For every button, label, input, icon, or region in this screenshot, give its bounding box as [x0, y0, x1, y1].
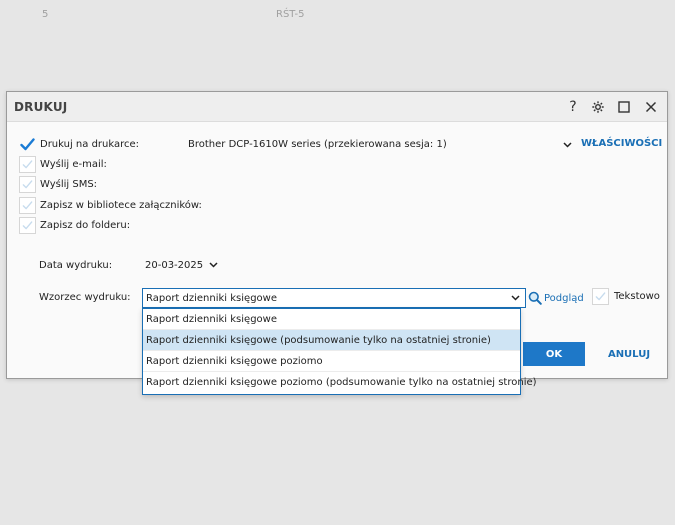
gear-icon — [592, 101, 604, 113]
template-value: Raport dzienniki księgowe — [146, 292, 277, 304]
check-icon — [22, 159, 33, 168]
chevron-down-icon — [509, 295, 521, 301]
option-label: Zapisz w bibliotece załączników: — [40, 199, 202, 211]
option-send-email[interactable]: Wyślij e-mail: — [19, 155, 107, 173]
template-dropdown-list: Raport dzienniki księgowe Raport dzienni… — [142, 308, 537, 395]
option-save-folder[interactable]: Zapisz do folderu: — [19, 216, 130, 234]
check-icon — [22, 179, 33, 188]
checkbox-text-mode[interactable] — [592, 288, 609, 305]
checkbox-save-folder[interactable] — [19, 216, 36, 234]
cancel-button[interactable]: ANULUJ — [598, 342, 660, 366]
check-icon — [22, 220, 33, 229]
close-button[interactable] — [640, 96, 662, 118]
ok-button[interactable]: OK — [523, 342, 585, 366]
dropdown-option[interactable]: Raport dzienniki księgowe poziomo — [143, 351, 520, 372]
settings-button[interactable] — [587, 96, 609, 118]
option-save-attachments[interactable]: Zapisz w bibliotece załączników: — [19, 196, 202, 214]
option-label: Zapisz do folderu: — [40, 219, 131, 231]
check-icon — [595, 292, 606, 301]
option-send-sms[interactable]: Wyślij SMS: — [19, 175, 97, 193]
checkbox-send-email[interactable] — [19, 155, 36, 173]
option-print-to-printer[interactable]: Drukuj na drukarce: — [19, 135, 139, 153]
properties-link[interactable]: WŁAŚCIWOŚCI — [581, 138, 662, 149]
chevron-down-icon — [561, 141, 573, 148]
date-select[interactable]: 20-03-2025 — [142, 256, 222, 274]
chevron-down-icon — [207, 262, 219, 268]
help-button[interactable]: ? — [562, 96, 584, 118]
preview-button[interactable]: Podgląd — [528, 289, 584, 307]
option-label: Drukuj na drukarce: — [40, 138, 140, 150]
dialog-titlebar: DRUKUJ ? — [7, 92, 667, 122]
check-icon — [20, 137, 35, 150]
text-mode-label: Tekstowo — [614, 291, 660, 302]
dropdown-option-highlighted[interactable]: Raport dzienniki księgowe (podsumowanie … — [143, 330, 520, 351]
dropdown-option[interactable]: Raport dzienniki księgowe poziomo (podsu… — [143, 372, 537, 393]
printer-select[interactable]: Brother DCP-1610W series (przekierowana … — [187, 136, 573, 153]
checkbox-print-to-printer[interactable] — [19, 136, 36, 153]
preview-label: Podgląd — [544, 292, 584, 304]
magnifier-icon — [528, 291, 542, 305]
template-label: Wzorzec wydruku: — [39, 292, 131, 303]
printer-value: Brother DCP-1610W series (przekierowana … — [188, 139, 447, 150]
maximize-icon — [618, 101, 630, 113]
option-text-mode[interactable]: Tekstowo — [592, 288, 660, 305]
background-cell: 5 — [42, 9, 49, 20]
date-value: 20-03-2025 — [145, 259, 204, 271]
option-label: Wyślij e-mail: — [40, 158, 107, 170]
dropdown-option[interactable]: Raport dzienniki księgowe — [143, 309, 520, 330]
template-select[interactable]: Raport dzienniki księgowe — [142, 288, 526, 308]
checkbox-send-sms[interactable] — [19, 175, 36, 193]
background-cell: RŚT-5 — [276, 9, 305, 20]
dialog-title: DRUKUJ — [14, 100, 68, 114]
option-label: Wyślij SMS: — [40, 178, 98, 190]
date-label: Data wydruku: — [39, 260, 113, 271]
check-icon — [22, 200, 33, 209]
maximize-button[interactable] — [613, 96, 635, 118]
close-icon — [645, 101, 657, 113]
checkbox-save-attachments[interactable] — [19, 196, 36, 214]
